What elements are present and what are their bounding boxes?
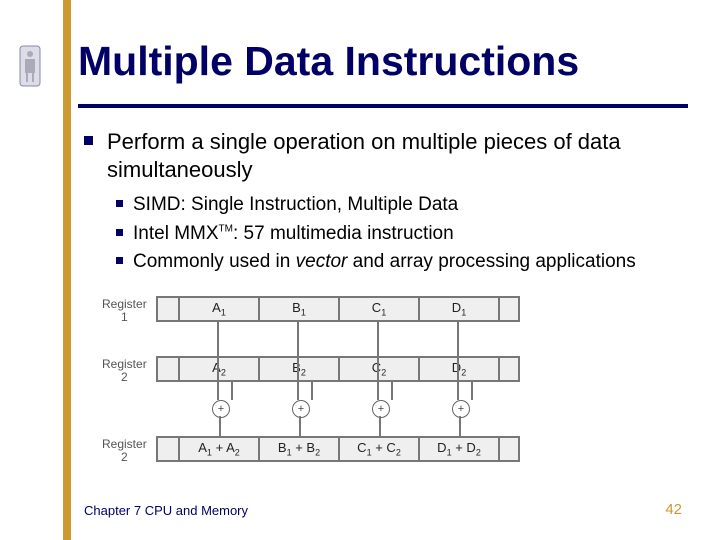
wire — [299, 416, 301, 436]
adder-icon: + — [452, 400, 470, 418]
cell: C1 + C2 — [338, 436, 418, 462]
cell-blank — [156, 356, 178, 382]
text-part: : 57 multimedia instruction — [233, 223, 454, 244]
register-label: Register1 — [102, 298, 147, 323]
cell-text: A1 — [212, 300, 226, 318]
sub-bullet: Commonly used in vector and array proces… — [116, 250, 684, 275]
cell-blank — [156, 296, 178, 322]
text-part: Commonly used in — [133, 251, 296, 272]
wire — [471, 382, 473, 400]
bullet-square-icon — [116, 257, 123, 264]
plus-symbol: + — [378, 403, 384, 415]
cell-text: C2 — [372, 360, 386, 378]
wire — [391, 382, 393, 400]
register-row-result: A1 + A2 B1 + B2 C1 + C2 D1 + D2 — [156, 436, 520, 462]
cell-text: B2 — [292, 360, 306, 378]
accent-vertical-bar — [63, 0, 71, 540]
cell-text: A1 + A2 — [198, 440, 240, 458]
sub-bullet-text: SIMD: Single Instruction, Multiple Data — [133, 193, 458, 218]
label-text: Register2 — [102, 437, 147, 464]
slide-icon — [18, 44, 42, 93]
bullet-text: Perform a single operation on multiple p… — [107, 128, 684, 183]
cell-blank — [498, 436, 520, 462]
bullet-square-icon — [116, 229, 123, 236]
title-underline — [78, 104, 688, 108]
cell: A1 — [178, 296, 258, 322]
register-label: Register2 — [102, 438, 147, 463]
adder-icon: + — [372, 400, 390, 418]
cell-blank — [498, 356, 520, 382]
label-text: Register1 — [102, 297, 147, 324]
register-row-2: A2 B2 C2 D2 — [156, 356, 520, 382]
cell-text: B1 + B2 — [278, 440, 320, 458]
sub-bullet-group: SIMD: Single Instruction, Multiple Data … — [116, 193, 684, 275]
slide-title-wrap: Multiple Data Instructions — [78, 38, 579, 85]
text-part: Intel MMX — [133, 223, 219, 244]
cell-text: D1 — [452, 300, 466, 318]
wire — [459, 416, 461, 436]
adder-icon: + — [212, 400, 230, 418]
wire — [219, 416, 221, 436]
bullet-level1: Perform a single operation on multiple p… — [84, 128, 684, 183]
cell-blank — [156, 436, 178, 462]
bullet-square-icon — [84, 136, 93, 145]
wire — [311, 382, 313, 400]
cell-text: C1 — [372, 300, 386, 318]
cell: D1 — [418, 296, 498, 322]
sub-bullet: SIMD: Single Instruction, Multiple Data — [116, 193, 684, 218]
slide-title: Multiple Data Instructions — [78, 38, 579, 85]
bullet-square-icon — [116, 200, 123, 207]
simd-diagram: Register1 A1 B1 C1 D1 Register2 A2 B2 C2… — [156, 296, 588, 472]
cell: C1 — [338, 296, 418, 322]
plus-symbol: + — [458, 403, 464, 415]
wire — [457, 322, 459, 400]
cell: B1 + B2 — [258, 436, 338, 462]
cell-text: D2 — [452, 360, 466, 378]
plus-symbol: + — [298, 403, 304, 415]
label-text: Register2 — [102, 357, 147, 384]
cell: D1 + D2 — [418, 436, 498, 462]
sub-bullet: Intel MMXTM: 57 multimedia instruction — [116, 222, 684, 247]
register-row-1: A1 B1 C1 D1 — [156, 296, 520, 322]
cell-text: D1 + D2 — [437, 440, 481, 458]
cell-text: A2 — [212, 360, 226, 378]
trademark: TM — [219, 223, 233, 234]
wire — [377, 322, 379, 400]
adder-icon: + — [292, 400, 310, 418]
wire — [217, 322, 219, 400]
text-part: and array processing applications — [347, 251, 635, 272]
wire — [231, 382, 233, 400]
cell-text: C1 + C2 — [357, 440, 401, 458]
italic-text: vector — [296, 251, 348, 272]
content-area: Perform a single operation on multiple p… — [84, 128, 684, 279]
cell: A1 + A2 — [178, 436, 258, 462]
footer-chapter: Chapter 7 CPU and Memory — [84, 503, 248, 518]
wire — [297, 322, 299, 400]
sub-bullet-text: Intel MMXTM: 57 multimedia instruction — [133, 222, 454, 247]
page-number: 42 — [665, 501, 682, 518]
register-label: Register2 — [102, 358, 147, 383]
cell-blank — [498, 296, 520, 322]
cell: B1 — [258, 296, 338, 322]
sub-bullet-text: Commonly used in vector and array proces… — [133, 250, 636, 275]
cell-text: B1 — [292, 300, 306, 318]
wire — [379, 416, 381, 436]
plus-symbol: + — [218, 403, 224, 415]
